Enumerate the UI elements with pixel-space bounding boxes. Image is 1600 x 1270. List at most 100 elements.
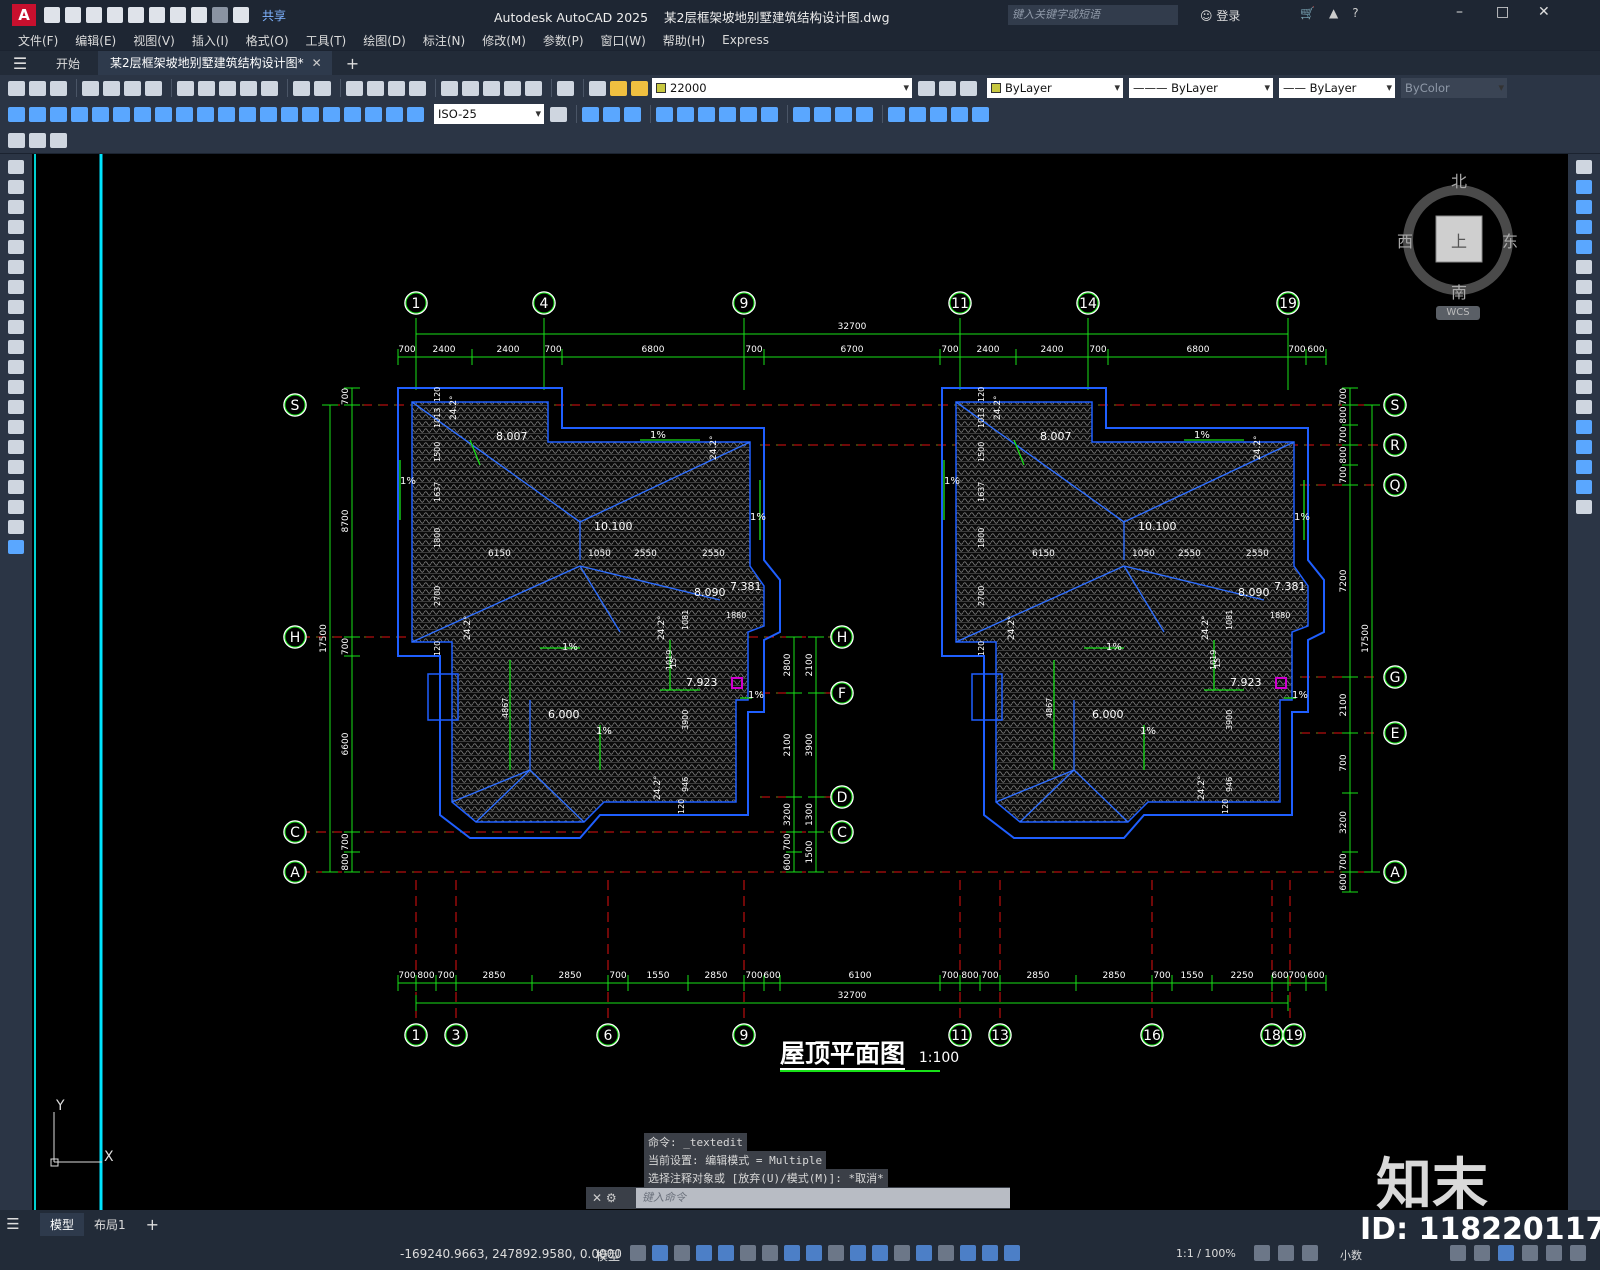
line-icon[interactable] xyxy=(8,160,24,174)
menu-edit[interactable]: 编辑(E) xyxy=(75,32,116,49)
annotation-monitor-icon[interactable] xyxy=(1278,1245,1294,1261)
solid-sphere-icon[interactable] xyxy=(719,106,736,122)
web-save-icon[interactable] xyxy=(149,7,165,23)
solid-box-icon[interactable] xyxy=(698,106,715,122)
tab-model[interactable]: 模型 xyxy=(40,1212,85,1236)
undo-icon[interactable] xyxy=(293,80,310,96)
layer-iso-icon[interactable] xyxy=(960,80,977,96)
intersect-icon[interactable] xyxy=(835,106,852,122)
cart-icon[interactable]: 🛒 xyxy=(1300,6,1315,20)
3d-osnap-icon[interactable] xyxy=(894,1245,910,1261)
menu-express[interactable]: Express xyxy=(722,33,769,47)
ucs-object-icon[interactable] xyxy=(972,106,989,122)
offset-icon[interactable] xyxy=(1576,220,1592,234)
menu-modify[interactable]: 修改(M) xyxy=(482,32,526,49)
angular-dim-icon[interactable] xyxy=(155,106,172,122)
calculator-icon[interactable] xyxy=(525,80,542,96)
compass-east[interactable]: 东 xyxy=(1502,228,1518,252)
menu-dimension[interactable]: 标注(N) xyxy=(423,32,465,49)
sheet-set-icon[interactable] xyxy=(504,80,521,96)
xref-icon[interactable] xyxy=(50,132,67,148)
auto-scale-icon[interactable] xyxy=(1004,1245,1020,1261)
extrude-icon[interactable] xyxy=(740,106,757,122)
mtext-icon[interactable] xyxy=(8,520,24,534)
color-dropdown[interactable]: ByLayer xyxy=(987,78,1123,98)
block-insert-icon[interactable] xyxy=(29,132,46,148)
paste-icon[interactable] xyxy=(219,80,236,96)
ortho-icon[interactable] xyxy=(718,1245,734,1261)
dim-space-icon[interactable] xyxy=(239,106,256,122)
close-icon[interactable]: ✕ xyxy=(1538,4,1550,20)
open-file-icon[interactable] xyxy=(65,7,81,23)
subtract-icon[interactable] xyxy=(814,106,831,122)
menu-draw[interactable]: 绘图(D) xyxy=(363,32,406,49)
transparency-icon[interactable] xyxy=(850,1245,866,1261)
properties-icon[interactable] xyxy=(441,80,458,96)
arc-length-icon[interactable] xyxy=(50,106,67,122)
save-icon[interactable] xyxy=(50,80,67,96)
mirror-icon[interactable] xyxy=(1576,200,1592,214)
extend-icon[interactable] xyxy=(1576,360,1592,374)
units-display[interactable]: 小数 xyxy=(1340,1247,1362,1263)
erase-icon[interactable] xyxy=(1576,160,1592,174)
explode-icon[interactable] xyxy=(1576,500,1592,514)
compass-south[interactable]: 南 xyxy=(1451,279,1467,303)
share-button[interactable]: 共享 xyxy=(262,7,286,24)
add-layout-button[interactable]: + xyxy=(136,1212,169,1237)
workspace-gear-icon[interactable] xyxy=(1254,1245,1270,1261)
compass-west[interactable]: 西 xyxy=(1397,228,1413,252)
orbit-icon[interactable] xyxy=(656,106,673,122)
arc-icon[interactable] xyxy=(8,260,24,274)
trim-icon[interactable] xyxy=(1576,340,1592,354)
insert-block-icon[interactable] xyxy=(8,380,24,394)
rectangle-icon[interactable] xyxy=(8,240,24,254)
polygon-icon[interactable] xyxy=(8,220,24,234)
layout-menu-icon[interactable]: ☰ xyxy=(0,1215,26,1233)
ucs-icon[interactable] xyxy=(888,106,905,122)
pan-icon[interactable] xyxy=(346,80,363,96)
lineweight-dropdown[interactable]: —— ByLayer xyxy=(1279,78,1395,98)
menu-view[interactable]: 视图(V) xyxy=(133,32,175,49)
menu-file[interactable]: 文件(F) xyxy=(18,32,58,49)
annotation-scale[interactable]: 1:1 / 100% xyxy=(1176,1247,1236,1260)
open-icon[interactable] xyxy=(29,80,46,96)
dimstyle-dropdown[interactable]: ISO-25 xyxy=(434,104,544,124)
infer-constraints-icon[interactable] xyxy=(674,1245,690,1261)
tab-document[interactable]: 某2层框架坡地别墅建筑结构设计图* ✕ xyxy=(98,51,332,75)
move-icon[interactable] xyxy=(1576,260,1592,274)
inspect-icon[interactable] xyxy=(323,106,340,122)
customize-icon[interactable] xyxy=(1570,1245,1586,1261)
menu-insert[interactable]: 插入(I) xyxy=(192,32,229,49)
circle-icon[interactable] xyxy=(8,280,24,294)
hardware-acceleration-icon[interactable] xyxy=(1522,1245,1538,1261)
plot-icon[interactable] xyxy=(82,80,99,96)
tab-start[interactable]: 开始 xyxy=(40,55,84,72)
units-icon[interactable] xyxy=(1302,1245,1318,1261)
snap-icon[interactable] xyxy=(652,1245,668,1261)
object-snap-icon[interactable] xyxy=(806,1245,822,1261)
construction-line-icon[interactable] xyxy=(8,180,24,194)
zoom-window-icon[interactable] xyxy=(388,80,405,96)
viewcube[interactable]: 北 南 东 西 上 WCS xyxy=(1392,164,1532,324)
plot-preview-icon[interactable] xyxy=(103,80,120,96)
selection-filter-icon[interactable] xyxy=(938,1245,954,1261)
tab-layout1[interactable]: 布局1 xyxy=(84,1213,136,1236)
autodesk-app-icon[interactable]: ▲ xyxy=(1329,6,1338,20)
dim-update-icon[interactable] xyxy=(407,106,424,122)
new-tab-button[interactable]: + xyxy=(346,54,359,73)
menu-format[interactable]: 格式(O) xyxy=(246,32,289,49)
baseline-dim-icon[interactable] xyxy=(197,106,214,122)
ellipse-icon[interactable] xyxy=(8,340,24,354)
table-icon[interactable] xyxy=(8,500,24,514)
redo-icon[interactable] xyxy=(212,7,228,23)
ellipse-arc-icon[interactable] xyxy=(8,360,24,374)
ucs-face-icon[interactable] xyxy=(951,106,968,122)
design-center-icon[interactable] xyxy=(462,80,479,96)
isometric-icon[interactable] xyxy=(762,1245,778,1261)
new-icon[interactable] xyxy=(8,80,25,96)
union-icon[interactable] xyxy=(793,106,810,122)
coordinate-readout[interactable]: -169240.9663, 247892.9580, 0.0000 xyxy=(400,1247,622,1261)
dim-text-edit-icon[interactable] xyxy=(386,106,403,122)
array-icon[interactable] xyxy=(1576,240,1592,254)
block-editor-icon[interactable] xyxy=(261,80,278,96)
